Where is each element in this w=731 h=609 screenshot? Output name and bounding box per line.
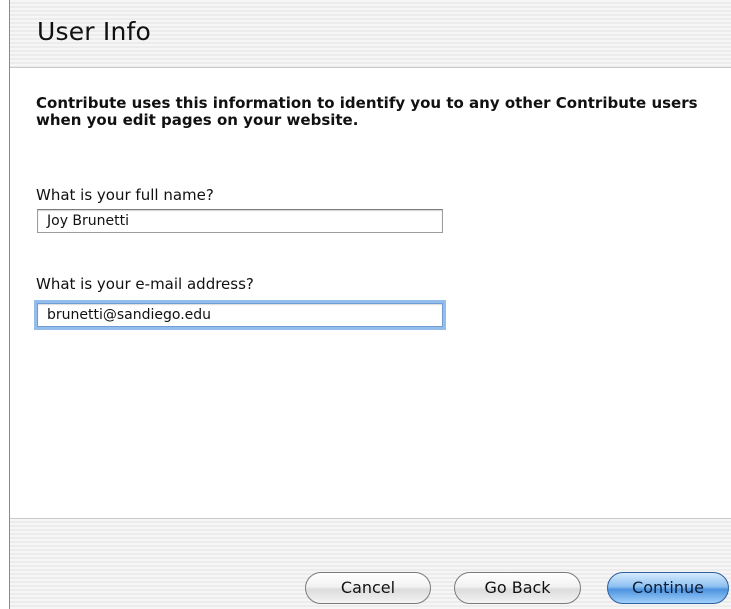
go-back-button[interactable]: Go Back (454, 572, 581, 604)
page-title: User Info (37, 17, 152, 46)
intro-text: Contribute uses this information to iden… (36, 94, 698, 129)
user-info-dialog: User Info Contribute uses this informati… (9, 0, 731, 609)
dialog-header: User Info (10, 0, 731, 68)
email-label: What is your e-mail address? (36, 275, 254, 293)
full-name-label: What is your full name? (36, 186, 214, 204)
email-field[interactable]: brunetti@sandiego.edu (37, 303, 443, 327)
cancel-button[interactable]: Cancel (305, 572, 431, 604)
full-name-field[interactable]: Joy Brunetti (37, 209, 443, 233)
continue-button[interactable]: Continue (607, 572, 729, 604)
